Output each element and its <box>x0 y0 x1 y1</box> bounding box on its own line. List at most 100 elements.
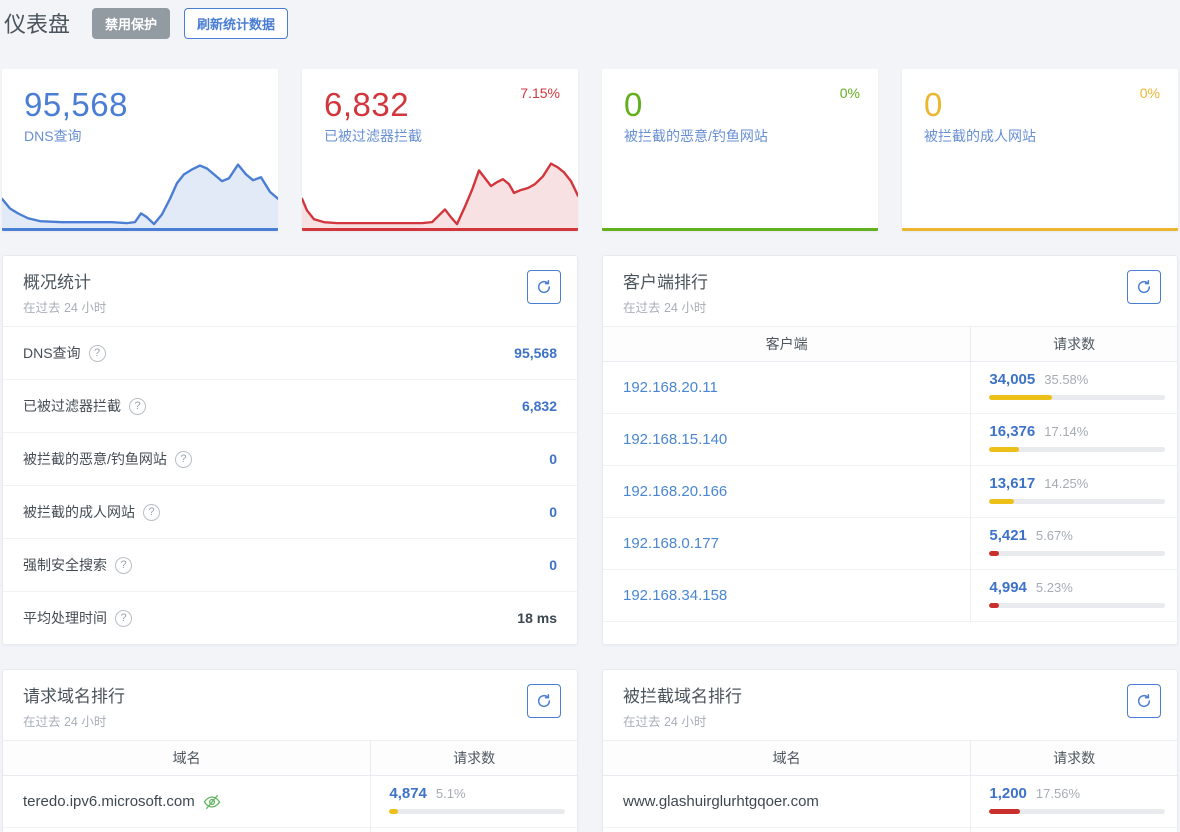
stat-row: 已被过滤器拦截 ? 6,832 <box>3 380 577 433</box>
top-requested-domains-panel: 请求域名排行 在过去 24 小时 域名 请求数 teredo.ipv6.micr… <box>2 669 578 832</box>
panel-refresh-button[interactable] <box>1127 684 1161 718</box>
stat-row-label-text: DNS查询 <box>23 343 81 363</box>
help-question-icon[interactable]: ? <box>129 398 146 415</box>
table-row: teredo.ipv6.microsoft.com 4,874 5.1% <box>3 776 577 828</box>
column-header-requests: 请求数 <box>370 741 577 775</box>
table-row: www.glashuirglurhtgqoer.com 1,200 17.56% <box>603 776 1177 828</box>
stat-row-label: 平均处理时间 ? <box>23 608 132 628</box>
help-question-icon[interactable]: ? <box>143 504 160 521</box>
card-percent-badge: 7.15% <box>520 85 560 101</box>
stat-row-value: 0 <box>549 451 557 467</box>
refresh-icon <box>536 279 552 295</box>
stat-row-label: 被拦截的成人网站 ? <box>23 502 160 522</box>
stat-row-value: 18 ms <box>517 610 557 626</box>
request-count: 1,200 <box>989 785 1027 802</box>
stat-row-label: DNS查询 ? <box>23 343 106 363</box>
stat-row-label: 被拦截的恶意/钓鱼网站 ? <box>23 449 192 469</box>
card-label-link[interactable]: DNS查询 <box>24 126 278 146</box>
requested-domains-table-body: teredo.ipv6.microsoft.com 4,874 5.1% san… <box>3 776 577 832</box>
stats-list: DNS查询 ? 95,568 已被过滤器拦截 ? 6,832 被拦截的恶意/钓鱼… <box>3 327 577 644</box>
stat-row: DNS查询 ? 95,568 <box>3 327 577 380</box>
stat-row-value: 0 <box>549 504 557 520</box>
card-label-link[interactable]: 被拦截的恶意/钓鱼网站 <box>624 126 878 146</box>
stat-cards-row: 95,568 DNS查询 7.15% 6,832 已被过滤器拦截 0% 0 被拦… <box>2 69 1178 231</box>
panel-title: 被拦截域名排行 <box>623 682 1157 707</box>
column-header-domain: 域名 <box>603 741 970 775</box>
stat-row-label-text: 已被过滤器拦截 <box>23 396 121 416</box>
column-header-requests: 请求数 <box>970 327 1177 361</box>
panel-subtitle: 在过去 24 小时 <box>623 297 1157 316</box>
panels-grid: 概况统计 在过去 24 小时 DNS查询 ? 95,568 已被过滤器拦截 ? … <box>2 255 1178 832</box>
card-label-link[interactable]: 已被过滤器拦截 <box>324 126 578 146</box>
panel-header: 概况统计 在过去 24 小时 <box>3 256 577 327</box>
table-header: 域名 请求数 <box>603 741 1177 776</box>
table-row: aeventlog.beacon.qq.com 645 9.44% <box>603 828 1177 832</box>
request-count: 34,005 <box>989 371 1035 388</box>
request-count: 4,874 <box>389 785 427 802</box>
progress-bar <box>989 499 1165 504</box>
stat-row: 平均处理时间 ? 18 ms <box>3 592 577 644</box>
client-ip-link[interactable]: 192.168.34.158 <box>623 587 727 604</box>
column-header-client: 客户端 <box>603 327 970 361</box>
sparkline-chart <box>302 148 578 228</box>
table-row: 192.168.15.140 16,376 17.14% <box>603 414 1177 466</box>
dashboard-page: 仪表盘 禁用保护 刷新统计数据 95,568 DNS查询 7.15% 6,832… <box>0 0 1180 832</box>
card-percent-badge: 0% <box>840 85 860 101</box>
request-percent: 5.1% <box>436 786 466 801</box>
top-blocked-domains-panel: 被拦截域名排行 在过去 24 小时 域名 请求数 www.glashuirglu… <box>602 669 1178 832</box>
stat-row-value: 0 <box>549 557 557 573</box>
card-percent-badge: 0% <box>1140 85 1160 101</box>
panel-subtitle: 在过去 24 小时 <box>23 297 557 316</box>
top-clients-panel: 客户端排行 在过去 24 小时 客户端 请求数 192.168.20.11 34… <box>602 255 1178 645</box>
disable-protection-button[interactable]: 禁用保护 <box>92 8 170 39</box>
stat-card: 0% 0 被拦截的成人网站 <box>902 69 1178 231</box>
help-question-icon[interactable]: ? <box>175 451 192 468</box>
help-question-icon[interactable]: ? <box>115 557 132 574</box>
help-question-icon[interactable]: ? <box>89 345 106 362</box>
stat-row-label-text: 平均处理时间 <box>23 608 107 628</box>
panel-refresh-button[interactable] <box>527 270 561 304</box>
panel-refresh-button[interactable] <box>527 684 561 718</box>
page-header: 仪表盘 禁用保护 刷新统计数据 <box>2 5 1178 39</box>
panel-title: 概况统计 <box>23 268 557 293</box>
stat-card: 95,568 DNS查询 <box>2 69 278 231</box>
page-title: 仪表盘 <box>4 7 70 39</box>
request-percent: 5.23% <box>1036 580 1073 595</box>
panel-subtitle: 在过去 24 小时 <box>23 711 557 730</box>
table-header: 域名 请求数 <box>3 741 577 776</box>
stat-row-value: 6,832 <box>522 398 557 414</box>
progress-bar <box>389 809 565 814</box>
panel-title: 请求域名排行 <box>23 682 557 707</box>
sparkline-chart <box>2 148 278 228</box>
table-row: 192.168.20.166 13,617 14.25% <box>603 466 1177 518</box>
table-row: 192.168.0.177 5,421 5.67% <box>603 518 1177 570</box>
request-percent: 5.67% <box>1036 528 1073 543</box>
request-count: 13,617 <box>989 475 1035 492</box>
column-header-domain: 域名 <box>3 741 370 775</box>
clients-table-body: 192.168.20.11 34,005 35.58% 192.168.15.1… <box>603 362 1177 622</box>
client-ip-link[interactable]: 192.168.20.166 <box>623 483 727 500</box>
stat-row: 被拦截的成人网站 ? 0 <box>3 486 577 539</box>
panel-refresh-button[interactable] <box>1127 270 1161 304</box>
card-label-link[interactable]: 被拦截的成人网站 <box>924 126 1178 146</box>
stat-row-value: 95,568 <box>514 345 557 361</box>
client-ip-link[interactable]: 192.168.20.11 <box>623 379 718 396</box>
eye-slash-icon <box>203 793 221 811</box>
domain-name: teredo.ipv6.microsoft.com <box>23 793 195 810</box>
client-ip-link[interactable]: 192.168.15.140 <box>623 431 727 448</box>
help-question-icon[interactable]: ? <box>115 610 132 627</box>
table-row: sangwc.industrysoftware.automation.sieme… <box>3 828 577 832</box>
refresh-statistics-button[interactable]: 刷新统计数据 <box>184 8 288 39</box>
stat-row-label-text: 被拦截的成人网站 <box>23 502 135 522</box>
table-row: 192.168.34.158 4,994 5.23% <box>603 570 1177 622</box>
refresh-icon <box>1136 693 1152 709</box>
request-percent: 14.25% <box>1044 476 1088 491</box>
panel-header: 请求域名排行 在过去 24 小时 <box>3 670 577 741</box>
client-ip-link[interactable]: 192.168.0.177 <box>623 535 719 552</box>
request-percent: 17.56% <box>1036 786 1080 801</box>
panel-header: 被拦截域名排行 在过去 24 小时 <box>603 670 1177 741</box>
panel-header: 客户端排行 在过去 24 小时 <box>603 256 1177 327</box>
table-header: 客户端 请求数 <box>603 327 1177 362</box>
stat-row-label: 已被过滤器拦截 ? <box>23 396 146 416</box>
progress-bar <box>989 809 1165 814</box>
